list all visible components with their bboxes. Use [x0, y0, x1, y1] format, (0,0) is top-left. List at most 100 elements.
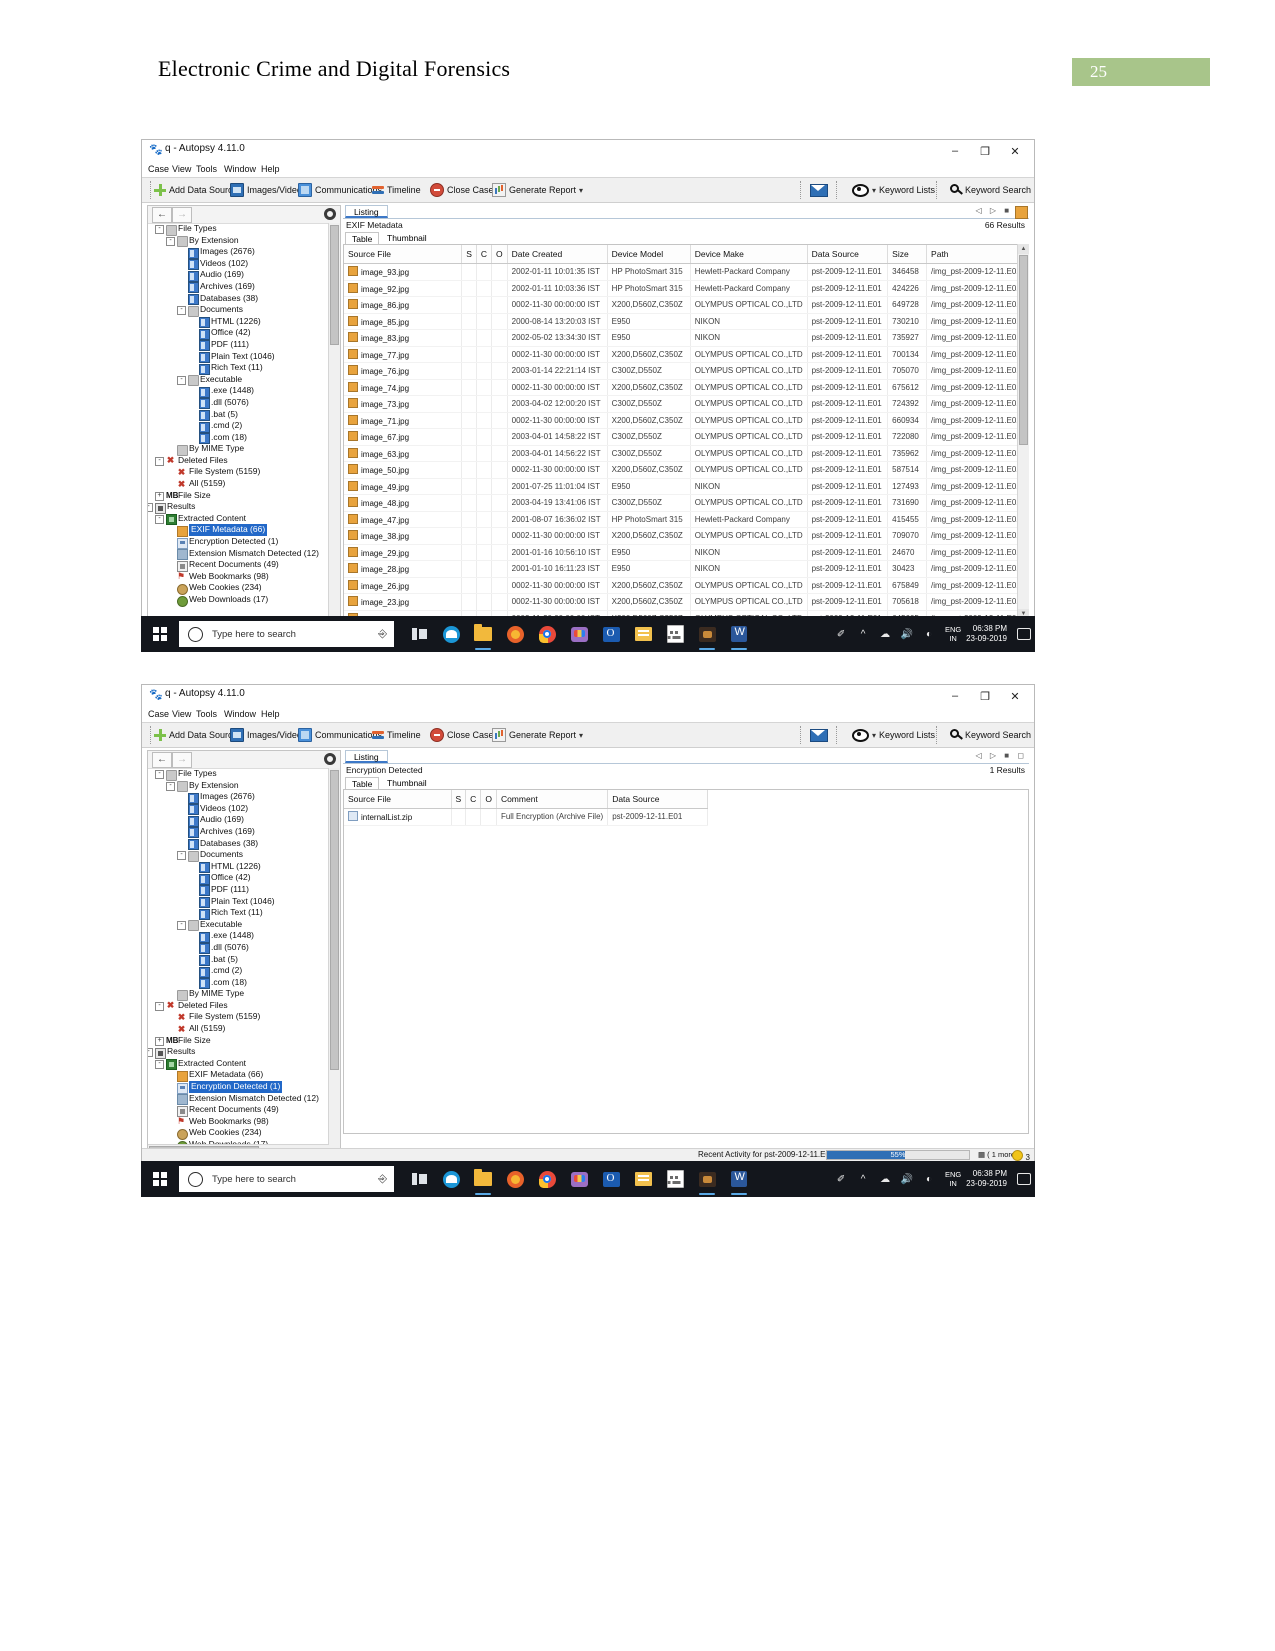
start-button[interactable] [141, 616, 179, 652]
maximize-button[interactable]: ❐ [970, 685, 1000, 707]
tree-item[interactable]: Extension Mismatch Detected (12) [148, 1093, 329, 1106]
microphone-icon[interactable]: ⎆ [378, 628, 387, 641]
clock[interactable]: 06:38 PM 23-09-2019 [966, 616, 1013, 652]
tree-expander[interactable]: - [155, 1059, 164, 1069]
chevron-down-icon[interactable]: ▾ [579, 186, 583, 195]
gear-icon[interactable] [324, 753, 336, 765]
close-case-button[interactable]: Close Case [430, 727, 494, 743]
tree-item[interactable]: ⚑ Web Bookmarks (98) [148, 1116, 329, 1128]
tree-item[interactable]: Plain Text (1046) [148, 351, 329, 364]
mail-button[interactable] [810, 182, 828, 198]
forward-button[interactable]: → [172, 207, 192, 223]
forward-button[interactable]: → [172, 752, 192, 768]
tree-expander[interactable]: + [155, 1036, 164, 1046]
column-header[interactable]: Device Make [690, 245, 808, 264]
tree-expander[interactable]: - [177, 851, 186, 861]
column-header[interactable]: C [476, 245, 493, 264]
sticky-notes-icon[interactable] [627, 1161, 659, 1197]
tree-expander[interactable]: - [177, 306, 186, 316]
column-header[interactable]: Source File [344, 790, 452, 809]
tab-controls[interactable]: ◁ ▷ ■ ◻ [976, 751, 1027, 760]
tree-item[interactable]: - Executable [148, 919, 329, 932]
tree-item[interactable]: - ✖ Deleted Files [148, 1000, 329, 1012]
tree-item[interactable]: - Documents [148, 849, 329, 862]
results-table[interactable]: Source File S C O Date Created Device Model De… [344, 245, 1028, 618]
tree-item[interactable]: - File Types [148, 223, 329, 236]
tree-item[interactable]: .dll (5076) [148, 942, 329, 955]
table-row[interactable]: image_50.jpg 0002-11-30 00:00:00 IST X200,… [344, 461, 1028, 479]
autopsy-icon[interactable] [691, 616, 723, 652]
tree-item[interactable]: - ✖ Deleted Files [148, 455, 329, 467]
language-indicator[interactable]: ENG IN [940, 1161, 966, 1197]
network-icon[interactable]: ◐ [918, 616, 940, 652]
tree-item[interactable]: .exe (1448) [148, 385, 329, 398]
tree-item[interactable]: .dll (5076) [148, 397, 329, 410]
tree-item[interactable]: Audio (169) [148, 814, 329, 827]
chrome-icon[interactable] [531, 1161, 563, 1197]
calculator-icon[interactable] [659, 1161, 691, 1197]
table-row[interactable]: image_83.jpg 2002-05-02 13:34:30 IST E950 N… [344, 329, 1028, 347]
keyword-lists-button[interactable]: ▾ Keyword Lists [852, 727, 935, 743]
tree-item[interactable]: Office (42) [148, 327, 329, 340]
menu-item-help[interactable]: Help [261, 709, 280, 719]
tree-item[interactable]: PDF (111) [148, 884, 329, 897]
tree-expander[interactable]: - [148, 503, 153, 513]
back-button[interactable]: ← [152, 752, 172, 768]
menu-item-view[interactable]: View [172, 709, 191, 719]
close-button[interactable]: ✕ [1000, 140, 1030, 162]
tree-item[interactable]: Recent Documents (49) [148, 559, 329, 572]
tree-item[interactable]: .bat (5) [148, 954, 329, 966]
minimize-button[interactable]: – [940, 140, 970, 162]
tree-item[interactable]: ✖ All (5159) [148, 478, 329, 490]
taskbar-search-box[interactable]: Type here to search ⎆ [179, 621, 394, 647]
table-row[interactable]: image_71.jpg 0002-11-30 00:00:00 IST X200,… [344, 412, 1028, 429]
onedrive-icon[interactable]: ☁ [874, 1161, 896, 1197]
table-row[interactable]: image_47.jpg 2001-08-07 16:36:02 IST HP Ph… [344, 511, 1028, 528]
minimize-button[interactable]: – [940, 685, 970, 707]
volume-icon[interactable]: 🔊 [896, 616, 918, 652]
tree-item[interactable]: Web Downloads (17) [148, 594, 329, 607]
tree-item[interactable]: PDF (111) [148, 339, 329, 352]
action-center-icon[interactable] [1013, 1161, 1035, 1197]
volume-icon[interactable]: 🔊 [896, 1161, 918, 1197]
images-videos-button[interactable]: Images/Videos [230, 182, 306, 198]
tree-item[interactable]: - Documents [148, 304, 329, 317]
language-indicator[interactable]: ENG IN [940, 616, 966, 652]
table-row[interactable]: image_93.jpg 2002-01-11 10:01:35 IST HP Ph… [344, 263, 1028, 281]
column-header[interactable]: C [465, 790, 482, 809]
tree-item[interactable]: Encryption Detected (1) [148, 536, 329, 549]
keyword-lists-button[interactable]: ▾ Keyword Lists [852, 182, 935, 198]
results-table[interactable]: Source File S C O Comment Data Source internal… [344, 790, 709, 826]
tree-item[interactable]: Recent Documents (49) [148, 1104, 329, 1117]
taskbar-search-box[interactable]: Type here to search ⎆ [179, 1166, 394, 1192]
tree-item[interactable]: ⚑ Web Bookmarks (98) [148, 571, 329, 583]
tree-expander[interactable]: - [155, 225, 164, 234]
tree-item[interactable]: Archives (169) [148, 826, 329, 839]
chevron-down-icon[interactable]: ▾ [579, 731, 583, 740]
chrome-icon[interactable] [531, 616, 563, 652]
column-header[interactable]: Size [887, 245, 928, 264]
add-data-source-button[interactable]: Add Data Source [154, 182, 238, 198]
start-button[interactable] [141, 1161, 179, 1197]
tree-item[interactable]: Plain Text (1046) [148, 896, 329, 909]
tree-item[interactable]: HTML (1226) [148, 861, 329, 874]
table-row[interactable]: image_76.jpg 2003-01-14 22:21:14 IST C300Z… [344, 362, 1028, 380]
tree-item[interactable]: ✖ File System (5159) [148, 1011, 329, 1023]
tree-item[interactable]: - Results [148, 1046, 329, 1059]
firefox-icon[interactable] [499, 616, 531, 652]
table-row[interactable]: image_48.jpg 2003-04-19 13:41:06 IST C300Z… [344, 494, 1028, 512]
table-row[interactable]: image_38.jpg 0002-11-30 00:00:00 IST X200,… [344, 527, 1028, 545]
column-header[interactable]: O [480, 790, 497, 809]
timeline-button[interactable]: Timeline [372, 182, 421, 198]
keyword-search-button[interactable]: Keyword Search [950, 182, 1031, 198]
tree-item[interactable]: Images (2676) [148, 246, 329, 259]
autopsy-icon[interactable] [691, 1161, 723, 1197]
edge-icon[interactable] [435, 1161, 467, 1197]
action-center-icon[interactable] [1013, 616, 1035, 652]
file-explorer-icon[interactable] [467, 1161, 499, 1197]
tree-item[interactable]: - Extracted Content [148, 1058, 329, 1071]
tree-item[interactable]: Videos (102) [148, 258, 329, 271]
tree-item[interactable]: - By Extension [148, 780, 329, 793]
tree-item[interactable]: .com (18) [148, 977, 329, 990]
add-data-source-button[interactable]: Add Data Source [154, 727, 238, 743]
